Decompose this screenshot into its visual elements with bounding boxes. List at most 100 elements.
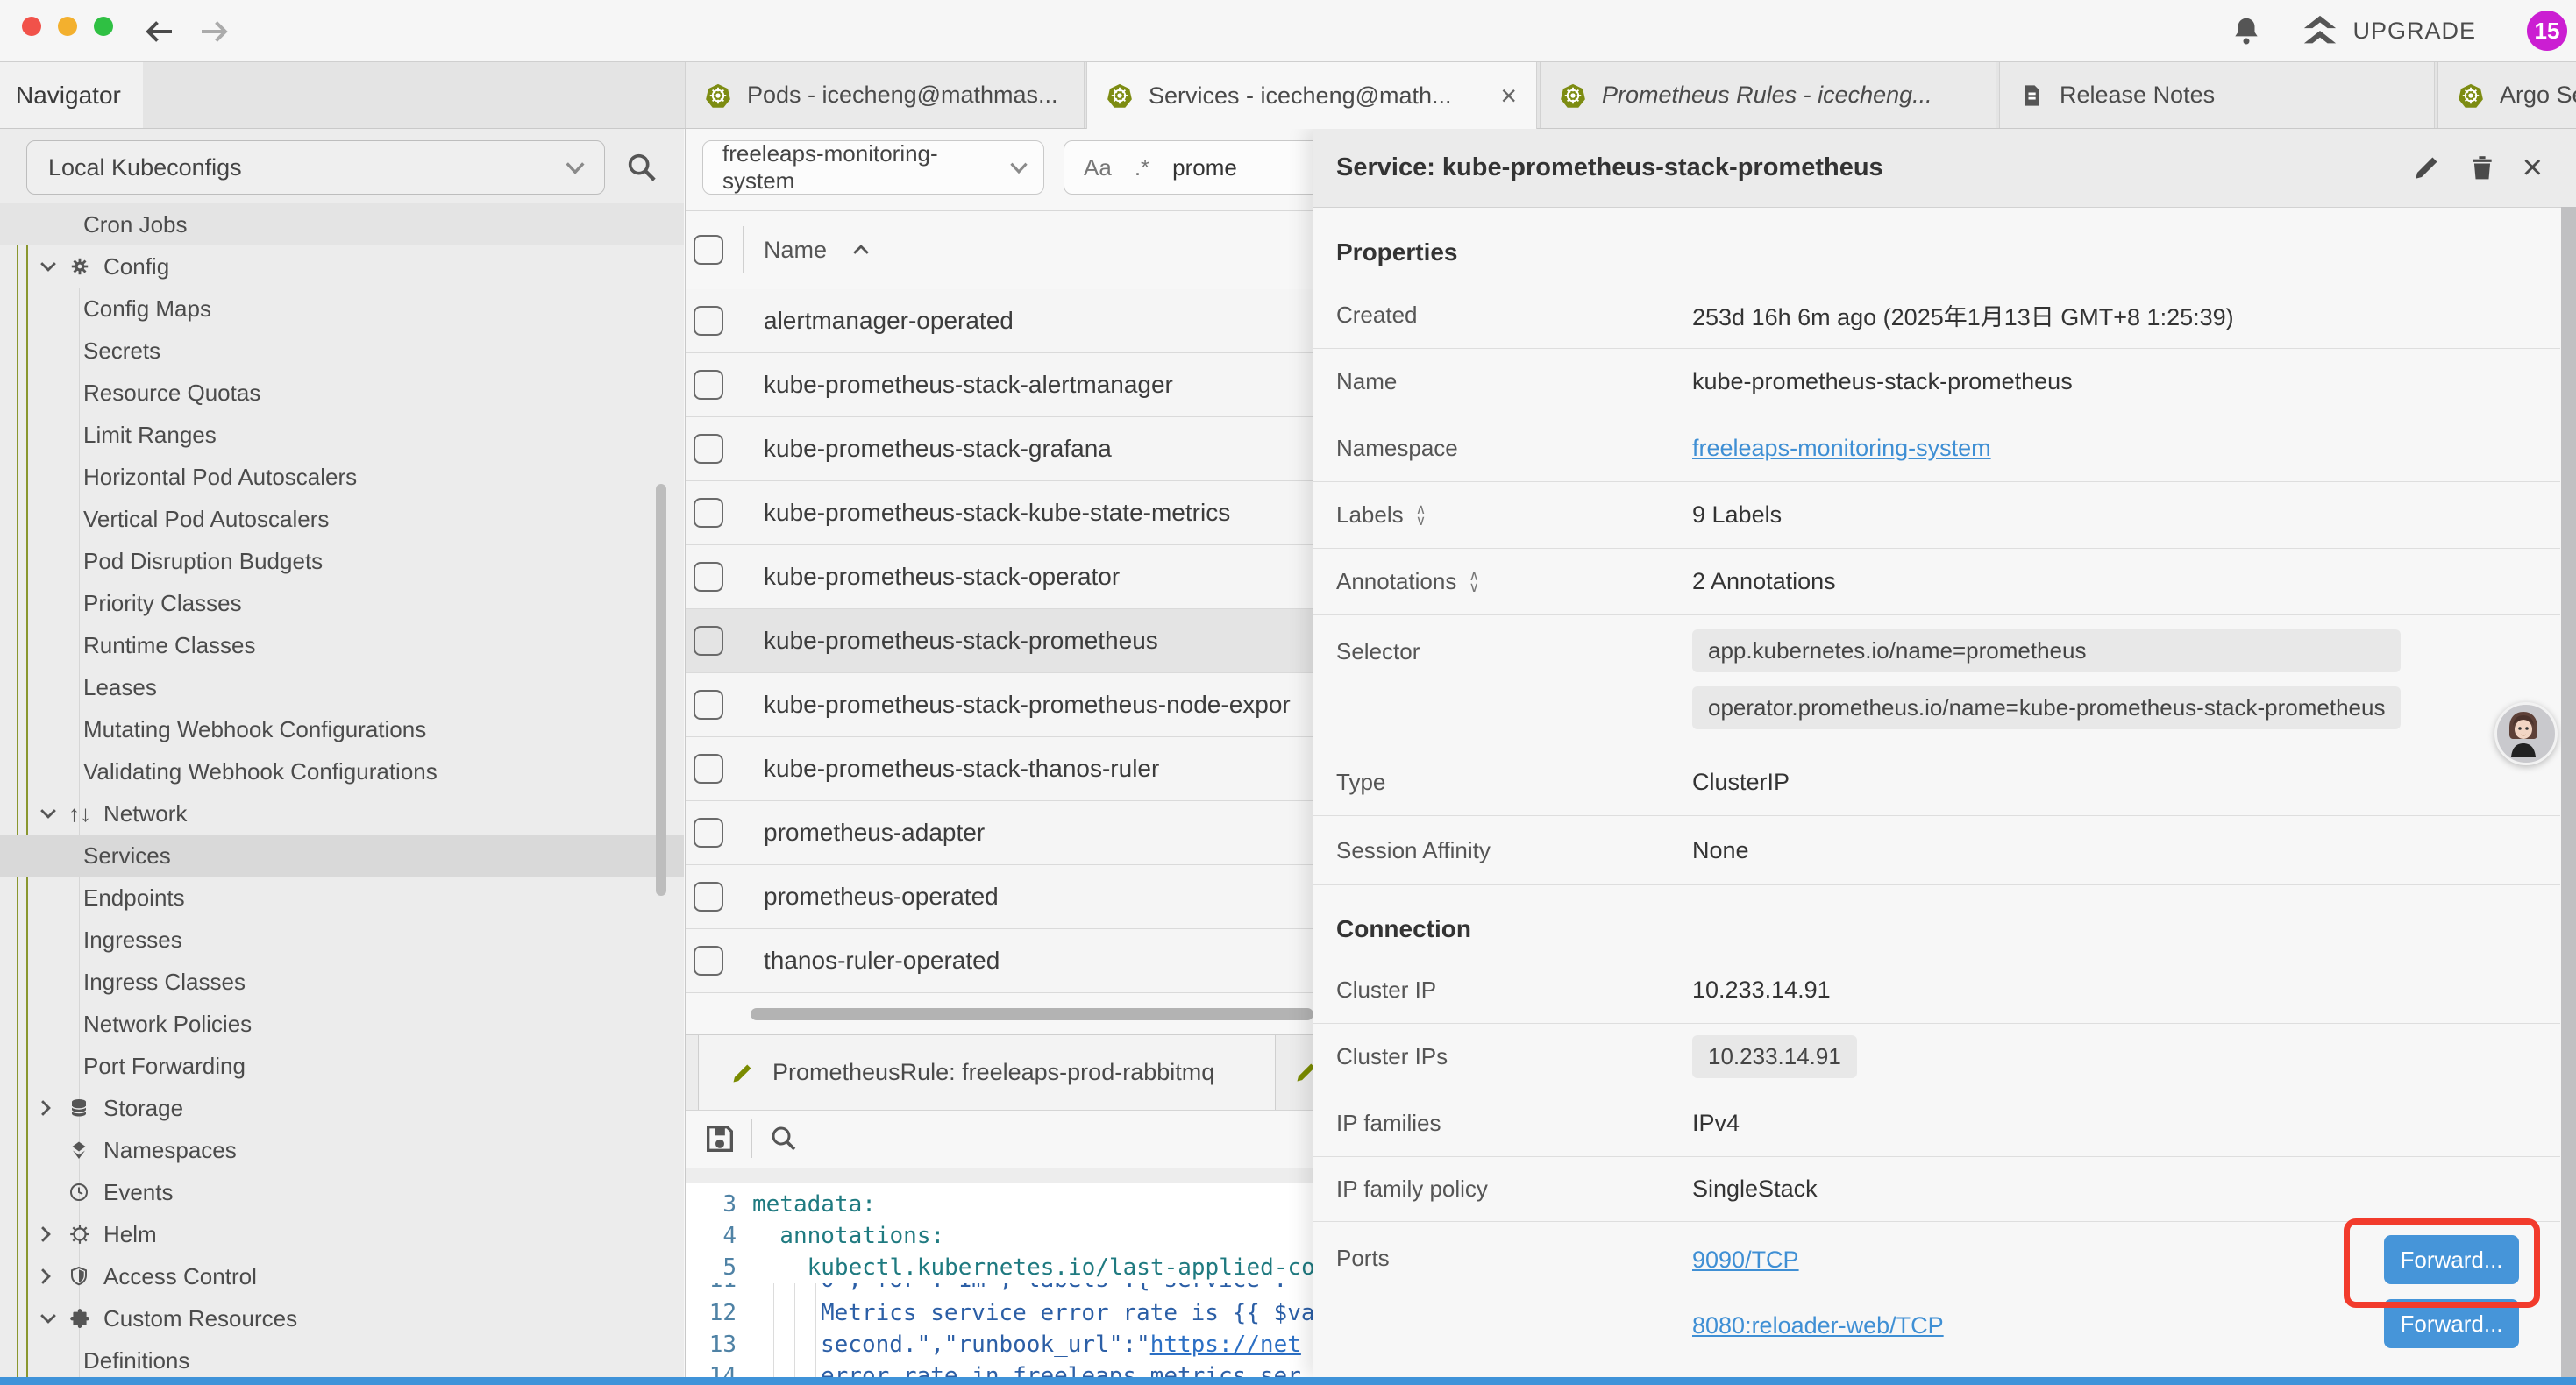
row-checkbox[interactable] [694,306,723,336]
sort-ascending-icon[interactable] [851,244,871,256]
tab-label: Release Notes [2060,82,2215,109]
row-checkbox[interactable] [694,562,723,592]
expand-toggle-icon[interactable]: ∧∨ [1416,504,1427,527]
property-value: ClusterIP [1692,769,1790,796]
sidebar-item-cron-jobs[interactable]: Cron Jobs [0,203,684,245]
window-minimize-button[interactable] [58,17,77,36]
sidebar-item-resource-quotas[interactable]: Resource Quotas [0,372,684,414]
table-row[interactable]: kube-prometheus-stack-prometheus-node-ex… [686,673,1313,737]
sidebar-scrollbar[interactable] [656,484,666,896]
sidebar-item-endpoints[interactable]: Endpoints [0,877,684,919]
sidebar-group-storage[interactable]: Storage [0,1087,684,1129]
upgrade-chevrons-icon[interactable] [2300,12,2340,49]
kubernetes-icon [1107,82,1133,109]
tab-close-icon[interactable]: × [1488,80,1517,112]
code-link[interactable]: https://net [1150,1332,1301,1358]
selector-chip[interactable]: app.kubernetes.io/name=prometheus [1692,629,2401,672]
sidebar-group-helm[interactable]: Helm [0,1213,684,1255]
table-row[interactable]: prometheus-adapter [686,801,1313,865]
port-link[interactable]: 9090/TCP [1692,1246,1944,1274]
sidebar-search-icon[interactable] [624,150,659,185]
row-checkbox[interactable] [694,882,723,912]
sidebar-group-custom-resources[interactable]: Custom Resources [0,1297,684,1339]
delete-trash-icon[interactable] [2468,153,2496,182]
sidebar-group-network[interactable]: ↑↓ Network [0,792,684,835]
sidebar-group-config[interactable]: Config [0,245,684,288]
sidebar-item-mutating-webhook-configurations[interactable]: Mutating Webhook Configurations [0,708,684,750]
sidebar-item-port-forwarding[interactable]: Port Forwarding [0,1045,684,1087]
cluster-ip-chip[interactable]: 10.233.14.91 [1692,1035,1857,1078]
upgrade-button[interactable]: UPGRADE [2352,18,2476,45]
name-column-header[interactable]: Name [764,237,827,264]
notifications-bell-icon[interactable] [2230,14,2263,47]
table-row[interactable]: kube-prometheus-stack-kube-state-metrics [686,481,1313,545]
row-checkbox[interactable] [694,690,723,720]
tab-pods[interactable]: Pods - icecheng@mathmas... [685,62,1085,128]
assistant-avatar[interactable] [2494,702,2558,765]
table-row[interactable]: thanos-ruler-operated [686,929,1313,993]
row-checkbox[interactable] [694,946,723,976]
tab-release-notes[interactable]: Release Notes [1999,62,2435,128]
tab-services[interactable]: Services - icecheng@math... × [1086,62,1537,129]
selector-chip[interactable]: operator.prometheus.io/name=kube-prometh… [1692,686,2401,729]
tab-prometheus-rules[interactable]: Prometheus Rules - icecheng... [1540,62,1996,128]
editor-tab-partial-pencil-icon[interactable] [1294,1060,1313,1084]
table-row[interactable]: kube-prometheus-stack-operator [686,545,1313,609]
sidebar-item-definitions[interactable]: Definitions [0,1339,684,1377]
expand-toggle-icon[interactable]: ∧∨ [1469,571,1479,593]
sidebar-item-leases[interactable]: Leases [0,666,684,708]
row-checkbox[interactable] [694,754,723,784]
window-zoom-button[interactable] [94,17,113,36]
namespace-select[interactable]: freeleaps-monitoring-system [702,140,1044,195]
notification-count-badge[interactable]: 15 [2527,11,2567,51]
drawer-scrollbar[interactable] [2561,207,2576,1377]
list-search-input[interactable]: Aa .* prome [1064,140,1313,195]
list-toolbar: freeleaps-monitoring-system Aa .* prome [686,128,1313,211]
sidebar-item-validating-webhook-configurations[interactable]: Validating Webhook Configurations [0,750,684,792]
row-checkbox[interactable] [694,498,723,528]
table-row-selected[interactable]: kube-prometheus-stack-prometheus [686,609,1313,673]
sidebar-item-limit-ranges[interactable]: Limit Ranges [0,414,684,456]
sidebar-group-access-control[interactable]: Access Control [0,1255,684,1297]
row-checkbox[interactable] [694,818,723,848]
table-row[interactable]: kube-prometheus-stack-grafana [686,417,1313,481]
sidebar-item-network-policies[interactable]: Network Policies [0,1003,684,1045]
table-row[interactable]: prometheus-operated [686,865,1313,929]
row-checkbox[interactable] [694,370,723,400]
sidebar-item-events[interactable]: Events [0,1171,684,1213]
tab-argo[interactable]: Argo Se [2437,62,2576,128]
select-all-checkbox[interactable] [694,235,723,265]
sidebar-item-vertical-pod-autoscalers[interactable]: Vertical Pod Autoscalers [0,498,684,540]
yaml-editor[interactable]: 3metadata: 4 annotations: 5 kubectl.kube… [686,1183,1313,1377]
table-row[interactable]: kube-prometheus-stack-alertmanager [686,353,1313,417]
sidebar-item-runtime-classes[interactable]: Runtime Classes [0,624,684,666]
navigator-panel-tab[interactable]: Navigator [0,62,143,128]
sidebar-item-ingress-classes[interactable]: Ingress Classes [0,961,684,1003]
namespace-link[interactable]: freeleaps-monitoring-system [1692,435,1991,462]
sidebar-item-services[interactable]: Services [0,835,684,877]
sidebar-item-priority-classes[interactable]: Priority Classes [0,582,684,624]
sidebar-item-ingresses[interactable]: Ingresses [0,919,684,961]
sidebar-item-config-maps[interactable]: Config Maps [0,288,684,330]
horizontal-scrollbar[interactable] [751,1008,1313,1020]
table-row[interactable]: kube-prometheus-stack-thanos-ruler [686,737,1313,801]
save-icon[interactable] [702,1121,737,1156]
close-icon[interactable]: × [2523,148,2543,188]
row-checkbox[interactable] [694,434,723,464]
table-row[interactable]: alertmanager-operated [686,289,1313,353]
sidebar-item-pod-disruption-budgets[interactable]: Pod Disruption Budgets [0,540,684,582]
sidebar-item-namespaces[interactable]: Namespaces [0,1129,684,1171]
sidebar-item-horizontal-pod-autoscalers[interactable]: Horizontal Pod Autoscalers [0,456,684,498]
port-link[interactable]: 8080:reloader-web/TCP [1692,1312,1944,1339]
window-close-button[interactable] [22,17,41,36]
back-arrow-icon[interactable] [140,13,177,50]
sidebar-item-secrets[interactable]: Secrets [0,330,684,372]
forward-arrow-icon[interactable] [196,13,233,50]
editor-tab-prometheusrule[interactable]: PrometheusRule: freeleaps-prod-rabbitmq [698,1035,1276,1110]
editor-search-icon[interactable] [768,1123,800,1154]
match-case-icon[interactable]: Aa [1084,154,1112,181]
edit-pencil-icon[interactable] [2412,153,2442,182]
row-checkbox[interactable] [694,626,723,656]
regex-icon[interactable]: .* [1135,154,1149,181]
kubeconfig-select[interactable]: Local Kubeconfigs [26,140,605,195]
